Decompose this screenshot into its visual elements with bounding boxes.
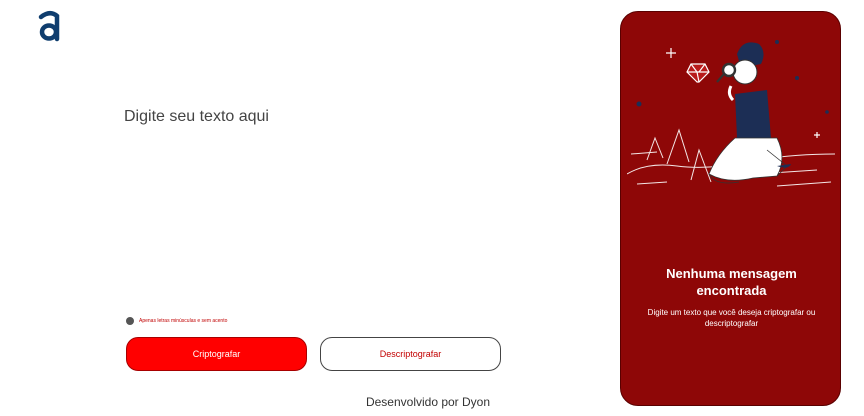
message-textarea[interactable]: [124, 108, 504, 308]
output-panel: Nenhuma mensagem encontrada Digite um te…: [620, 11, 841, 406]
hint-text: Apenas letras minúsculas e sem acento: [139, 318, 228, 324]
panel-description: Digite um texto que você deseja criptogr…: [647, 308, 816, 328]
hint-row: Apenas letras minúsculas e sem acento: [126, 317, 227, 325]
alura-logo: [38, 11, 60, 42]
encrypt-button[interactable]: Criptografar: [126, 337, 307, 371]
footer-credit: Desenvolvido por Dyon: [365, 395, 491, 409]
decrypt-button[interactable]: Descriptografar: [320, 337, 501, 371]
info-icon: [126, 317, 134, 325]
empty-state-illustration: [627, 40, 835, 187]
panel-title: Nenhuma mensagem encontrada: [666, 266, 797, 298]
